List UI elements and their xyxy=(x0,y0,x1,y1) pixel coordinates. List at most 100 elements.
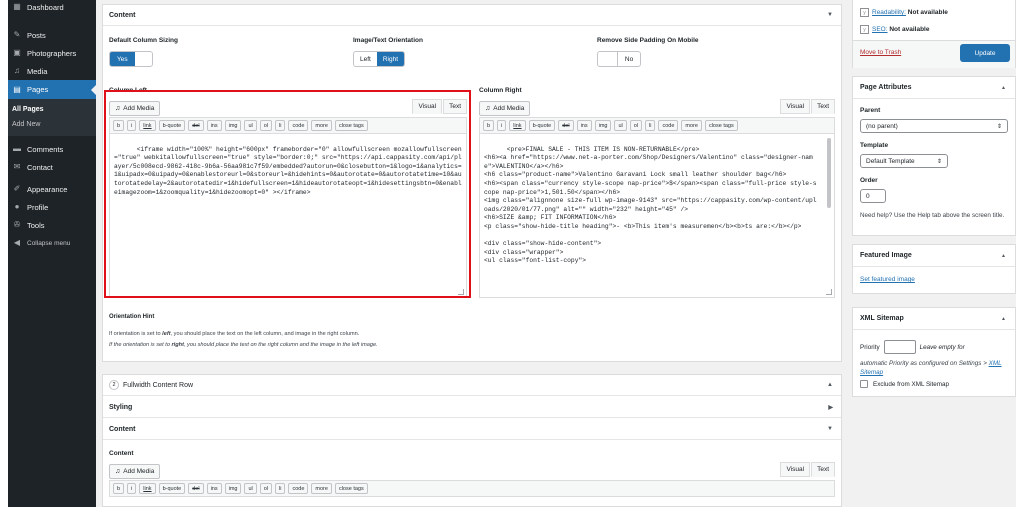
exclude-checkbox[interactable] xyxy=(860,380,868,388)
qt-b[interactable]: b xyxy=(113,483,125,494)
qt-li[interactable]: li xyxy=(645,120,656,131)
template-select[interactable]: Default Template ⇕ xyxy=(860,154,948,168)
qt-bquote[interactable]: b-quote xyxy=(528,120,556,131)
profile-icon: ● xyxy=(14,202,20,211)
media-icon: ♫ xyxy=(115,467,121,475)
column-sizing-label: Default Column Sizing xyxy=(109,37,178,44)
update-button[interactable]: Update xyxy=(960,44,1010,62)
publish-box: y Readability: Not available y SEO: Not … xyxy=(852,0,1016,68)
add-media-button[interactable]: ♫ Add Media xyxy=(479,100,531,116)
qt-img[interactable]: img xyxy=(594,120,612,131)
quicktags-toolbar: b i link b-quote del ins img ul ol li co… xyxy=(479,117,835,134)
qt-more[interactable]: more xyxy=(311,483,332,494)
xml-sitemap-header[interactable]: XML Sitemap ▲ xyxy=(853,308,1015,330)
qt-ul[interactable]: ul xyxy=(244,483,257,494)
qt-close-tags[interactable]: close tags xyxy=(334,483,368,494)
content-header-2[interactable]: Content ▼ xyxy=(103,419,841,440)
qt-link[interactable]: link xyxy=(509,120,526,131)
caret-up-icon: ▲ xyxy=(1001,315,1006,322)
orientation-right[interactable]: Right xyxy=(376,52,405,66)
qt-ul[interactable]: ul xyxy=(614,120,627,131)
pin-icon: ✎ xyxy=(13,30,21,39)
nav-media[interactable]: ♫ Media xyxy=(8,62,96,80)
qt-del[interactable]: del xyxy=(558,120,574,131)
priority-input[interactable] xyxy=(883,340,916,354)
frame-right xyxy=(1016,0,1024,516)
media-icon: ♫ xyxy=(14,66,20,75)
nav-posts[interactable]: ✎ Posts xyxy=(8,26,96,44)
nav-appearance[interactable]: ✐ Appearance xyxy=(8,180,96,198)
caret-down-icon: ▼ xyxy=(827,426,833,432)
template-label: Template xyxy=(860,142,889,149)
qt-img[interactable]: img xyxy=(224,483,242,494)
exclude-label: Exclude from XML Sitemap xyxy=(873,380,950,388)
qt-close-tags[interactable]: close tags xyxy=(704,120,738,131)
highlight-box xyxy=(104,90,471,298)
readability-status: y Readability: Not available xyxy=(860,8,948,17)
order-label: Order xyxy=(860,177,878,184)
nav-contact[interactable]: ✉ Contact xyxy=(8,158,96,176)
tab-visual[interactable]: Visual xyxy=(780,99,811,114)
nav-tools[interactable]: ✇ Tools xyxy=(8,216,96,234)
featured-image-header[interactable]: Featured Image ▲ xyxy=(853,245,1015,267)
pages-submenu: All Pages Add New xyxy=(8,99,96,136)
tools-icon: ✇ xyxy=(13,220,21,229)
updown-icon: ⇕ xyxy=(996,123,1002,130)
caret-up-icon: ▲ xyxy=(1001,252,1006,259)
qt-b[interactable]: b xyxy=(483,120,495,131)
qt-ol[interactable]: ol xyxy=(629,120,643,131)
qt-code[interactable]: code xyxy=(658,120,679,131)
caret-up-icon: ▲ xyxy=(827,382,833,388)
nav-collapse-menu[interactable]: ◀ Collapse menu xyxy=(8,234,96,252)
tab-text[interactable]: Text xyxy=(811,99,835,114)
nav-photographers[interactable]: ▣ Photographers xyxy=(8,44,96,62)
content-label: Content xyxy=(109,450,134,457)
fullwidth-row-header[interactable]: 2 Fullwidth Content Row ▲ xyxy=(103,375,841,396)
qt-i[interactable]: i xyxy=(127,483,137,494)
contact-icon: ✉ xyxy=(13,162,21,171)
move-to-trash-link[interactable]: Move to Trash xyxy=(860,49,901,56)
qt-i[interactable]: i xyxy=(497,120,507,131)
comments-icon: ▬ xyxy=(13,144,21,153)
qt-bquote[interactable]: b-quote xyxy=(158,483,186,494)
updown-icon: ⇕ xyxy=(936,158,942,165)
orientation-left[interactable]: Left xyxy=(354,52,377,66)
set-featured-image-link[interactable]: Set featured image xyxy=(860,276,915,283)
content-section-header[interactable]: Content ▼ xyxy=(103,5,841,26)
nav-dashboard[interactable]: ▦ Dashboard xyxy=(8,0,96,14)
column-right-label: Column Right xyxy=(479,87,522,94)
nav-pages[interactable]: ▤ Pages xyxy=(8,80,96,99)
admin-sidebar: ▦ Dashboard ✎ Posts ▣ Photographers ♫ Media … xyxy=(8,0,96,507)
scrollbar-thumb[interactable] xyxy=(827,138,831,208)
qt-ol[interactable]: ol xyxy=(259,483,273,494)
tab-text[interactable]: Text xyxy=(811,462,835,477)
padding-toggle[interactable]: No xyxy=(597,51,641,67)
add-media-button[interactable]: ♫ Add Media xyxy=(109,463,161,479)
pages-icon: ▤ xyxy=(13,84,21,94)
nav-profile[interactable]: ● Profile xyxy=(8,198,96,216)
caret-up-icon: ▲ xyxy=(1001,84,1006,91)
tab-visual[interactable]: Visual xyxy=(780,462,811,477)
qt-ins[interactable]: ins xyxy=(206,483,222,494)
frame-bottom xyxy=(0,507,1024,516)
parent-select[interactable]: (no parent) ⇕ xyxy=(860,119,1008,133)
styling-header[interactable]: Styling ▶ xyxy=(103,397,841,418)
qt-more[interactable]: more xyxy=(681,120,702,131)
page-attributes-header[interactable]: Page Attributes ▲ xyxy=(853,77,1015,99)
qt-code[interactable]: code xyxy=(288,483,309,494)
column-sizing-toggle[interactable]: Yes xyxy=(109,51,153,67)
qt-ins[interactable]: ins xyxy=(576,120,592,131)
nav-comments[interactable]: ▬ Comments xyxy=(8,140,96,158)
content-row-2: 2 Fullwidth Content Row ▲ Styling ▶ Cont… xyxy=(102,374,842,507)
qt-link[interactable]: link xyxy=(139,483,156,494)
submenu-add-new[interactable]: Add New xyxy=(8,117,96,132)
order-input[interactable]: 0 xyxy=(860,189,886,203)
submenu-all-pages[interactable]: All Pages xyxy=(8,102,96,117)
resize-handle-icon[interactable] xyxy=(826,289,832,295)
priority-label: Priority xyxy=(860,343,880,351)
orientation-toggle[interactable]: Left Right xyxy=(353,51,406,67)
caret-right-icon: ▶ xyxy=(828,404,833,411)
qt-li[interactable]: li xyxy=(275,483,286,494)
column-right-textarea[interactable]: <pre>FINAL SALE - THIS ITEM IS NON-RETUR… xyxy=(479,134,835,298)
qt-del[interactable]: del xyxy=(188,483,204,494)
